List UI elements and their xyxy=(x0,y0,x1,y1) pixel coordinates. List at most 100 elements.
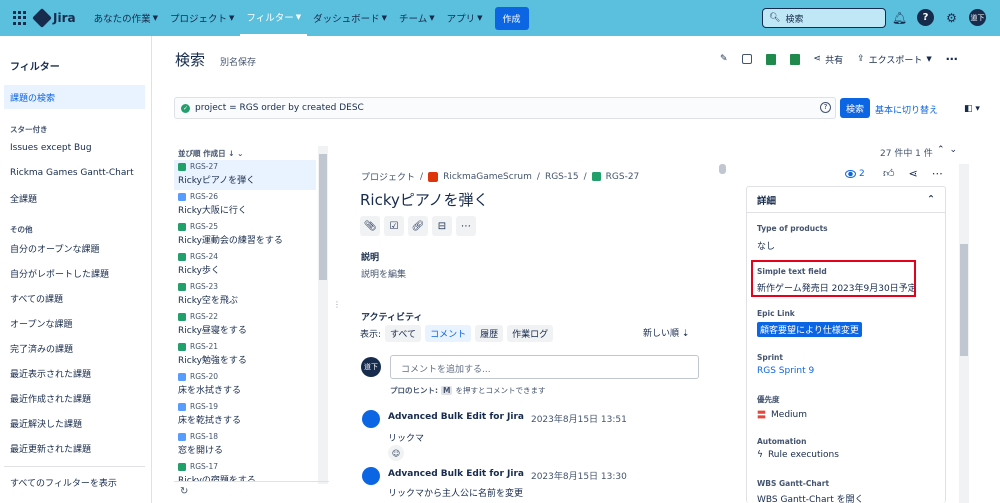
issue-list-item[interactable]: RGS-24 Ricky歩く xyxy=(174,250,316,280)
search-button[interactable]: 検索 xyxy=(840,98,870,118)
field-epic-link[interactable]: 顧客要望により仕様変更 xyxy=(757,322,862,337)
nav-your-work[interactable]: あなたの作業 ▼ xyxy=(88,0,164,36)
save-as-button[interactable]: 別名保存 xyxy=(220,55,256,68)
sidebar-item-starred[interactable]: Rickma Games Gantt-Chart xyxy=(4,161,145,185)
sidebar-item-filter[interactable]: 最近表示された課題 xyxy=(4,361,145,385)
detail-scrollbar[interactable] xyxy=(719,164,726,498)
field-type-of-products[interactable]: なし xyxy=(757,239,775,252)
sidebar-item-filter[interactable]: 自分のオープンな課題 xyxy=(4,236,145,260)
issue-list-item[interactable]: RGS-23 Ricky空を飛ぶ xyxy=(174,280,316,310)
nav-dashboards[interactable]: ダッシュボード ▼ xyxy=(307,0,393,36)
settings-gear-icon[interactable]: ⚙ xyxy=(943,9,960,26)
link-icon[interactable]: 🔗︎ xyxy=(408,216,428,236)
pager-arrows[interactable]: ⌃⌄ xyxy=(937,145,962,155)
sidebar-item-filter[interactable]: 自分がレポートした課題 xyxy=(4,261,145,285)
reaction-icon[interactable]: ☺ xyxy=(388,445,404,461)
share-icon[interactable]: ⋖ xyxy=(909,167,918,180)
app-switcher-icon[interactable] xyxy=(13,11,27,25)
issue-list-scrollbar[interactable] xyxy=(318,146,328,484)
nav-projects[interactable]: プロジェクト ▼ xyxy=(164,0,240,36)
share-button[interactable]: ⋖ 共有 xyxy=(814,53,844,66)
comment-input[interactable]: コメントを追加する... xyxy=(390,355,699,379)
edit-feedback-icon[interactable]: ✎ xyxy=(720,54,728,64)
sidebar-item-filter[interactable]: すべての課題 xyxy=(4,286,145,310)
breadcrumb-project[interactable]: RickmaGameScrum xyxy=(443,172,532,182)
sort-by-created[interactable]: 並び順 作成日 ↓ ⌄ xyxy=(178,148,243,159)
excel-export-icon[interactable] xyxy=(765,53,776,65)
issue-actions: 👍︎ ⋖ ⋯ xyxy=(883,167,943,180)
sidebar-item-starred[interactable]: Issues except Bug xyxy=(4,136,145,160)
watchers-button[interactable]: 2 xyxy=(845,169,865,179)
description-edit[interactable]: 説明を編集 xyxy=(361,267,406,280)
field-automation[interactable]: ϟ Rule executions xyxy=(757,450,839,460)
sidebar-item-search-issues[interactable]: 課題の検索 xyxy=(4,85,145,109)
issue-list-item[interactable]: RGS-22 Ricky昼寝をする xyxy=(174,310,316,340)
more-icon[interactable]: ⋯ xyxy=(932,167,943,180)
field-wbs-gantt[interactable]: WBS Gantt-Chart を開く xyxy=(757,492,864,503)
chevron-down-icon: ▼ xyxy=(152,14,158,22)
issue-list-item[interactable]: RGS-21 Ricky勉強をする xyxy=(174,340,316,370)
field-label: Type of products xyxy=(757,224,828,233)
export-button[interactable]: ⇪ エクスポート ▼ xyxy=(857,53,932,66)
tab-all[interactable]: すべて xyxy=(385,325,422,342)
sort-newest-button[interactable]: 新しい順 ⇣ xyxy=(643,326,689,339)
issue-list-item[interactable]: RGS-18 窓を開ける xyxy=(174,430,316,460)
panel-scrollbar[interactable] xyxy=(959,164,969,503)
tab-comments[interactable]: コメント xyxy=(425,325,472,342)
nav-filters[interactable]: フィルター ▼ xyxy=(240,0,308,36)
issue-key: RGS-21 xyxy=(190,342,219,351)
more-icon[interactable]: ⋯ xyxy=(456,216,476,236)
list-view-icon[interactable] xyxy=(741,54,752,64)
issue-summary: 床を乾拭きする xyxy=(178,416,242,426)
scrollbar-thumb[interactable] xyxy=(960,244,968,356)
sidebar-item-filter[interactable]: 完了済みの課題 xyxy=(4,336,145,360)
issue-list-item[interactable]: RGS-20 床を水拭きする xyxy=(174,370,316,400)
breadcrumb-projects[interactable]: プロジェクト xyxy=(361,170,415,183)
scrollbar-thumb[interactable] xyxy=(319,154,327,280)
details-header[interactable]: 詳細 ⌃ xyxy=(747,187,945,213)
upload-icon: ⇪ xyxy=(857,54,865,64)
breadcrumb-parent-issue[interactable]: RGS-15 xyxy=(545,172,579,182)
issue-list-item[interactable]: RGS-17 Rickyの宿題をする xyxy=(174,460,316,481)
child-issue-icon[interactable]: ☑ xyxy=(384,216,404,236)
user-avatar[interactable]: 道下 xyxy=(969,9,986,26)
jira-logo-icon xyxy=(32,8,52,28)
create-button[interactable]: 作成 xyxy=(494,6,529,30)
issue-list-item[interactable]: RGS-26 Ricky大阪に行く xyxy=(174,190,316,220)
field-priority[interactable]: 〓 Medium xyxy=(757,408,807,422)
issue-title[interactable]: Rickyピアノを弾く xyxy=(360,189,489,210)
more-actions-icon[interactable]: ⋯ xyxy=(946,52,958,66)
issue-list-item[interactable]: RGS-27 Rickyピアノを弾く xyxy=(174,160,316,190)
sidebar-item-filter[interactable]: 最近作成された課題 xyxy=(4,386,145,410)
hierarchy-icon[interactable]: ⊟ xyxy=(432,216,452,236)
global-search-input[interactable]: 🔍︎ 検索 xyxy=(762,8,886,28)
sidebar-item-filter[interactable]: 最近解決した課題 xyxy=(4,411,145,435)
field-sprint[interactable]: RGS Sprint 9 xyxy=(757,366,814,376)
view-all-filters-link[interactable]: すべてのフィルターを表示 xyxy=(4,470,145,494)
sidebar-item-filter[interactable]: 最近更新された課題 xyxy=(4,436,145,460)
help-icon[interactable]: ? xyxy=(917,9,934,26)
jql-query-input[interactable]: ✓ project = RGS order by created DESC ? xyxy=(174,97,836,119)
jira-logo[interactable]: Jira xyxy=(32,8,76,28)
issue-list-item[interactable]: RGS-25 Ricky運動会の練習をする xyxy=(174,220,316,250)
switch-to-basic-link[interactable]: 基本に切り替え xyxy=(875,103,938,116)
scrollbar-thumb[interactable] xyxy=(719,164,726,174)
sheets-export-icon[interactable] xyxy=(789,53,800,65)
view-toggle-icon[interactable]: ◧ ▾ xyxy=(964,104,980,114)
issue-summary: Ricky昼寝をする xyxy=(178,326,247,336)
attachment-icon[interactable]: 📎︎ xyxy=(360,216,380,236)
sidebar-item-starred[interactable]: 全課題 xyxy=(4,186,145,210)
sidebar-item-filter[interactable]: オープンな課題 xyxy=(4,311,145,335)
refresh-icon[interactable]: ↻ xyxy=(174,481,329,503)
help-icon[interactable]: ? xyxy=(820,102,831,113)
tab-worklog[interactable]: 作業ログ xyxy=(507,325,554,342)
tab-history[interactable]: 履歴 xyxy=(475,325,504,342)
app-avatar-icon xyxy=(362,467,380,485)
issue-list-item[interactable]: RGS-19 床を乾拭きする xyxy=(174,400,316,430)
thumbs-up-icon[interactable]: 👍︎ xyxy=(883,167,895,180)
nav-apps[interactable]: アプリ ▼ xyxy=(441,0,489,36)
notifications-icon[interactable]: 🔔︎ xyxy=(891,9,908,26)
nav-teams[interactable]: チーム ▼ xyxy=(393,0,441,36)
breadcrumb-issue[interactable]: RGS-27 xyxy=(606,172,640,182)
resize-handle-icon[interactable]: ⋮ xyxy=(333,300,341,309)
